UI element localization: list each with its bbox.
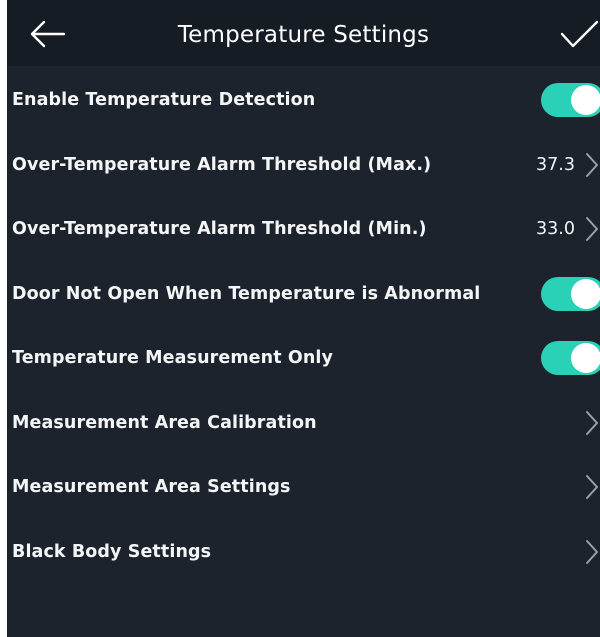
setting-row-alarm-threshold-max[interactable]: Over-Temperature Alarm Threshold (Max.) …	[7, 133, 600, 198]
chevron-right-icon	[586, 539, 598, 564]
chevron-right-icon	[586, 410, 598, 435]
setting-label: Measurement Area Settings	[12, 477, 291, 498]
setting-row-measurement-area-calibration[interactable]: Measurement Area Calibration	[7, 391, 600, 456]
confirm-button[interactable]	[559, 18, 600, 52]
setting-label: Temperature Measurement Only	[12, 348, 333, 369]
setting-row-door-not-open-when-abnormal[interactable]: Door Not Open When Temperature is Abnorm…	[7, 262, 600, 327]
chevron-right-icon	[586, 152, 598, 177]
setting-label: Enable Temperature Detection	[12, 90, 316, 111]
setting-row-alarm-threshold-min[interactable]: Over-Temperature Alarm Threshold (Min.) …	[7, 197, 600, 262]
setting-row-measurement-area-settings[interactable]: Measurement Area Settings	[7, 455, 600, 520]
back-button[interactable]	[27, 16, 67, 52]
setting-row-enable-temperature-detection[interactable]: Enable Temperature Detection	[7, 68, 600, 133]
toggle-knob	[571, 85, 600, 116]
setting-label: Black Body Settings	[12, 541, 212, 562]
settings-list: Enable Temperature Detection Over-Temper…	[7, 68, 600, 584]
check-icon	[560, 20, 599, 48]
setting-label: Door Not Open When Temperature is Abnorm…	[12, 283, 481, 304]
setting-label: Over-Temperature Alarm Threshold (Max.)	[12, 154, 432, 175]
alarm-threshold-min-value: 33.0	[536, 219, 575, 240]
setting-row-temperature-measurement-only[interactable]: Temperature Measurement Only	[7, 326, 600, 391]
setting-row-black-body-settings[interactable]: Black Body Settings	[7, 520, 600, 585]
alarm-threshold-max-value: 37.3	[536, 154, 575, 175]
chevron-right-icon	[586, 217, 598, 242]
door-not-open-when-abnormal-toggle[interactable]	[541, 276, 600, 311]
toggle-knob	[571, 343, 600, 374]
temperature-settings-screen: Temperature Settings Enable Temperature …	[7, 0, 600, 637]
toggle-knob	[571, 278, 600, 309]
chevron-right-icon	[586, 475, 598, 500]
setting-label: Over-Temperature Alarm Threshold (Min.)	[12, 219, 427, 240]
arrow-left-icon	[30, 20, 66, 48]
setting-label: Measurement Area Calibration	[12, 412, 317, 433]
temperature-measurement-only-toggle[interactable]	[541, 341, 600, 376]
enable-temperature-detection-toggle[interactable]	[541, 83, 600, 118]
header-bar: Temperature Settings	[7, 0, 600, 66]
page-title: Temperature Settings	[177, 22, 430, 48]
